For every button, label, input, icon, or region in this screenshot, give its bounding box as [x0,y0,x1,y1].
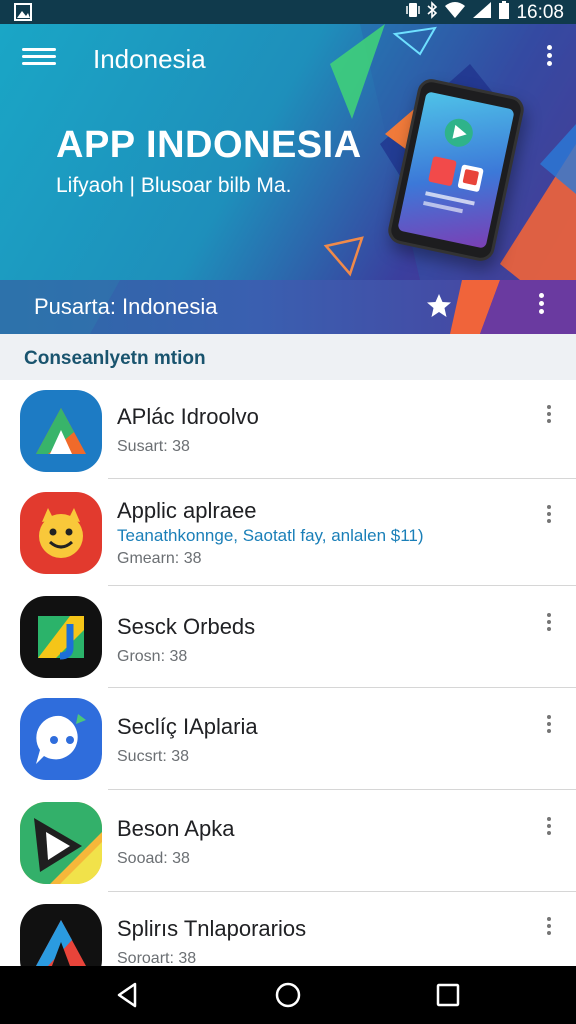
more-vert-icon-dot [547,620,551,624]
more-vert-icon-dot [538,309,544,314]
divider [108,478,576,479]
more-vert-icon-dot [547,627,551,631]
more-vert-icon [538,293,544,298]
list-item[interactable]: Seclíç IAplaria Sucsrt: 38 [0,688,576,790]
more-vert-icon-dot [547,831,551,835]
bluetooth-icon [426,1,438,25]
list-item[interactable]: Splirıs Tnlaporarios Soroart: 38 [0,892,576,966]
app-meta: Sooad: 38 [117,850,190,867]
recents-square-icon [436,983,460,1007]
app-meta: Susart: 38 [117,438,190,455]
more-vert-icon-dot [547,931,551,935]
item-overflow-button[interactable] [542,610,556,634]
hamburger-icon [22,48,56,51]
app-name: Applic aplraee [117,498,257,523]
more-vert-icon-dot [546,61,552,66]
more-vert-icon [547,715,551,719]
more-vert-icon-dot [547,722,551,726]
app-description: Teanathkonnge, Saotatl fay, anlalen $11) [117,526,424,545]
list-item[interactable]: APlác Idroolvo Susart: 38 [0,380,576,480]
more-vert-icon-dot [547,729,551,733]
gallery-notification-icon [14,3,32,26]
more-vert-icon [547,505,551,509]
more-vert-icon-dot [546,53,552,58]
app-meta: Soroart: 38 [117,950,197,966]
more-vert-icon [547,817,551,821]
more-vert-icon-dot [547,419,551,423]
status-time: 16:08 [516,2,564,23]
hero-subtitle: Lifyaoh | Blusoar bilb Ma. [56,174,292,197]
app-meta: Sucsrt: 38 [117,748,190,765]
chat-bubble-icon [20,698,102,780]
app-meta: Grosn: 38 [117,648,188,665]
back-button[interactable] [113,980,143,1010]
play-triangle-icon [20,802,102,884]
item-overflow-button[interactable] [542,402,556,426]
star-icon [427,294,451,317]
more-vert-icon-dot [547,824,551,828]
app-bar-title: Indonesia [93,44,206,74]
item-overflow-button[interactable] [542,814,556,838]
item-overflow-button[interactable] [542,914,556,938]
app-name: Splirıs Tnlaporarios [117,916,307,941]
app-name: Seclíç IAplaria [117,714,258,739]
hamburger-icon-bar [22,62,56,65]
subheader-text: Consеanlyetn mtion [24,348,206,369]
item-overflow-button[interactable] [542,712,556,736]
app-name: APlác Idroolvo [117,404,259,429]
square-j-icon [20,596,102,678]
phone-screen-graphic [423,118,484,214]
section-title: Pusarta: Indonesia [34,294,218,319]
more-vert-icon-dot [547,512,551,516]
app-list: APlác Idroolvo Susart: 38 Applic aplraee… [0,380,576,966]
more-vert-icon-dot [547,519,551,523]
section-bar: Pusarta: Indonesia [0,280,576,334]
list-item[interactable]: Applic aplraee Teanathkonnge, Saotatl fa… [0,480,576,586]
home-circle-icon [275,982,301,1008]
app-name: Beson Apka [117,816,235,841]
home-button[interactable] [273,980,303,1010]
status-bar: 16:08 [0,0,576,24]
list-item[interactable]: Beson Apka Sooad: 38 [0,790,576,892]
more-vert-icon [547,613,551,617]
hero-title: APP INDONESIA [56,124,362,166]
app-name: Sesck Orbeds [117,614,256,639]
more-vert-icon-dot [547,924,551,928]
app-meta: Gmearn: 38 [117,550,202,567]
list-item[interactable]: Sesck Orbeds Grosn: 38 [0,586,576,688]
more-vert-icon-dot [538,301,544,306]
smiley-face-icon [20,492,102,574]
hamburger-icon-bar [22,55,56,58]
signal-icon [472,1,492,25]
system-navigation-bar [0,966,576,1024]
wifi-icon [444,1,466,25]
hero-banner: Indonesia APP INDONESIA Lifyaoh | Blusoa… [0,24,576,280]
vibrate-icon [406,1,421,25]
section-overflow-button[interactable] [534,290,548,317]
overflow-menu-button[interactable] [540,42,558,72]
menu-button[interactable] [22,44,56,74]
triangle-a-icon [20,390,102,472]
item-overflow-button[interactable] [542,502,556,526]
a-logo-icon [20,904,102,966]
back-triangle-icon [117,982,137,1008]
recents-button[interactable] [433,980,463,1010]
battery-icon [498,1,510,25]
phone-screen [397,91,515,249]
more-vert-icon [547,917,551,921]
favorite-star-button[interactable] [425,292,453,327]
more-vert-icon [547,405,551,409]
more-vert-icon [546,45,552,50]
more-vert-icon-dot [547,412,551,416]
list-subheader: Consеanlyetn mtion [0,334,576,380]
